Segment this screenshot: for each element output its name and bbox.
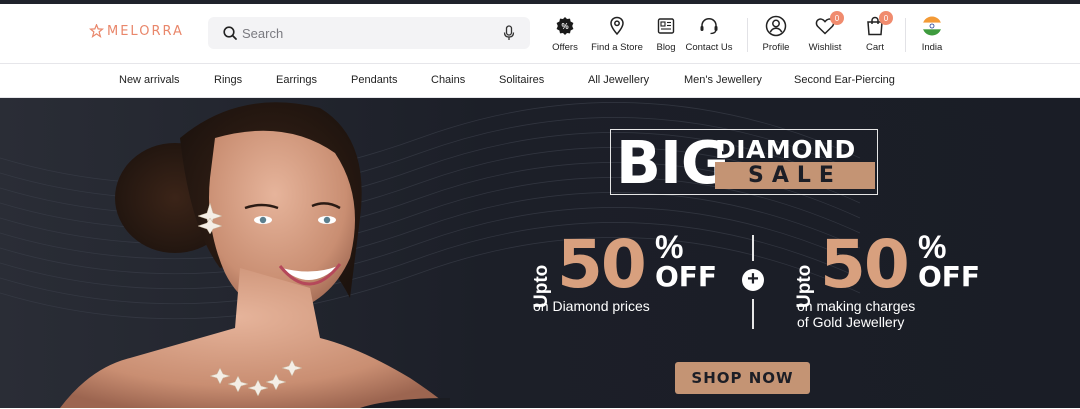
location-pin-icon	[609, 15, 625, 37]
offer2-value: 50	[820, 226, 910, 303]
user-icon	[765, 15, 787, 37]
country-label: India	[921, 42, 943, 53]
blog-icon	[657, 15, 675, 37]
category-nav: New arrivals Rings Earrings Pendants Cha…	[0, 64, 1080, 98]
headline-diamond: DIAMOND	[715, 135, 856, 164]
search-bar	[208, 17, 530, 49]
sale-label-box: SALE	[715, 162, 875, 189]
nav-rings[interactable]: Rings	[214, 74, 242, 86]
contact-us-label: Contact Us	[685, 42, 733, 53]
offer1-value: 50	[557, 226, 647, 303]
offer1-percent: %	[655, 229, 684, 265]
offer2-description-line1: on making charges	[797, 298, 916, 314]
plus-icon: +	[742, 269, 764, 291]
blog-label: Blog	[656, 42, 676, 53]
cart-count-badge: 0	[879, 11, 893, 25]
shopping-bag-icon: 0	[866, 11, 893, 37]
nav-pendants[interactable]: Pendants	[351, 74, 397, 86]
site-header: MELORRA % Offers Find a Store Blog Conta	[0, 4, 1080, 64]
cart-label: Cart	[866, 42, 884, 53]
microphone-icon[interactable]	[502, 25, 516, 46]
header-country[interactable]: India	[897, 15, 967, 53]
india-flag-icon	[922, 15, 942, 37]
headset-icon	[699, 15, 719, 37]
nav-mens-jewellery[interactable]: Men's Jewellery	[684, 74, 762, 86]
brand-logo[interactable]: MELORRA	[89, 24, 184, 39]
offers-label: Offers	[552, 42, 578, 53]
nav-chains[interactable]: Chains	[431, 74, 465, 86]
heart-icon: 0	[815, 11, 844, 37]
header-contact-us[interactable]: Contact Us	[674, 15, 744, 53]
nav-all-jewellery[interactable]: All Jewellery	[588, 74, 649, 86]
shop-now-button[interactable]: SHOP NOW	[675, 362, 810, 394]
nav-new-arrivals[interactable]: New arrivals	[119, 74, 180, 86]
headline-sale: SALE	[748, 163, 842, 188]
offer-divider-bottom	[752, 299, 754, 329]
headline-big: BIG	[616, 128, 729, 197]
nav-solitaires[interactable]: Solitaires	[499, 74, 544, 86]
offer2-percent: %	[918, 229, 947, 265]
wishlist-label: Wishlist	[808, 42, 842, 53]
search-input[interactable]	[242, 17, 492, 49]
hero-banner[interactable]: BIG DIAMOND SALE Upto 50 % OFF on Diamon…	[0, 98, 1080, 408]
offer1-off: OFF	[655, 260, 718, 293]
nav-earrings[interactable]: Earrings	[276, 74, 317, 86]
brand-name: MELORRA	[107, 24, 184, 39]
offer2-off: OFF	[918, 260, 981, 293]
big-diamond-sale-logo: BIG DIAMOND SALE	[610, 128, 878, 197]
nav-second-ear-piercing[interactable]: Second Ear-Piercing	[794, 74, 895, 86]
profile-label: Profile	[762, 42, 790, 53]
offer2-description-line2: of Gold Jewellery	[797, 314, 905, 330]
svg-text:%: %	[561, 22, 568, 31]
star-logo-icon	[89, 24, 104, 39]
offers-badge-icon: %	[555, 15, 575, 37]
search-icon	[222, 25, 238, 46]
offer-divider-top	[752, 235, 754, 261]
offer1-description: on Diamond prices	[533, 298, 650, 314]
